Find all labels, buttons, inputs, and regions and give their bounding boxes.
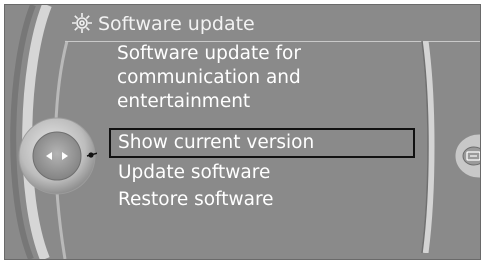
menu-heading-line: entertainment — [117, 91, 251, 112]
menu-heading-line: communication and — [117, 67, 301, 88]
controller-knob-icon[interactable] — [17, 116, 97, 196]
gear-icon — [72, 13, 92, 33]
menu-item-restore-software[interactable]: Restore software — [109, 186, 415, 213]
scrollbar[interactable] — [419, 41, 435, 253]
menu-item-update-software[interactable]: Update software — [109, 159, 415, 186]
menu-heading: Software update for communication and en… — [117, 42, 397, 114]
menu-item-show-current-version[interactable]: Show current version — [109, 128, 415, 158]
menu-heading-line: Software update for — [117, 43, 301, 64]
display-screen: Software update Software update for comm… — [4, 4, 481, 260]
header-bar: Software update — [65, 7, 480, 42]
page-title: Software update — [98, 13, 255, 35]
options-icon[interactable] — [453, 133, 481, 179]
menu-list: Show current version Update software Res… — [109, 128, 415, 213]
